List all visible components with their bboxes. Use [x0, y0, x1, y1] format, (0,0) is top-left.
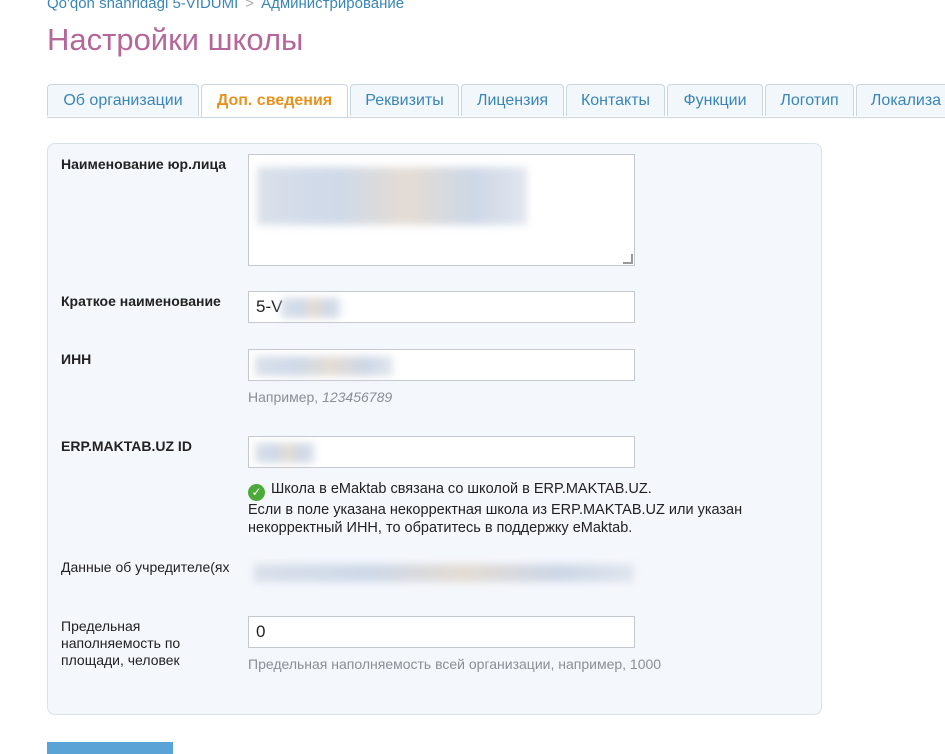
check-circle-icon: ✓ [248, 484, 265, 501]
erp-id-label: ERP.MAKTAB.UZ ID [61, 438, 192, 454]
redacted-legal-name [257, 167, 527, 225]
erp-status-text: Школа в eMaktab связана со школой в ERP.… [271, 481, 652, 497]
settings-form-panel: Наименование юр.лица Краткое наименовани… [47, 143, 822, 715]
tab-requisites[interactable]: Реквизиты [350, 84, 459, 116]
inn-input[interactable] [248, 349, 635, 381]
erp-note-line-1: Если в поле указана некорректная школа и… [248, 502, 743, 518]
legal-name-label: Наименование юр.лица [61, 156, 227, 172]
breadcrumb: Qo'qon shahridagi 5-VIDUMI > Администриров… [47, 0, 404, 12]
redacted-inn [255, 356, 393, 376]
short-name-label: Краткое наименование [61, 293, 221, 309]
erp-id-input[interactable] [248, 436, 635, 468]
tab-about-organization[interactable]: Об организации [47, 84, 199, 116]
tab-bar: Об организации Доп. сведения Реквизиты Л… [47, 84, 945, 118]
erp-note-line-2: некорректный ИНН, то обратитесь в поддер… [248, 520, 633, 536]
redacted-erp-id [255, 443, 315, 463]
breadcrumb-admin-link[interactable]: Администрирование [261, 0, 404, 12]
founder-field[interactable] [248, 556, 635, 588]
founder-label: Данные об учредителе(ях [61, 559, 230, 575]
inn-hint: Например, 123456789 [248, 389, 393, 405]
capacity-input[interactable]: 0 [248, 616, 635, 648]
textarea-resize-handle[interactable] [623, 254, 633, 264]
breadcrumb-school-link[interactable]: Qo'qon shahridagi 5-VIDUMI [47, 0, 238, 12]
capacity-label: Предельная наполняемость по площади, чел… [61, 618, 181, 668]
page-title: Настройки школы [47, 22, 304, 57]
save-button[interactable] [47, 742, 173, 754]
tab-logo[interactable]: Логотип [765, 84, 854, 116]
inn-label: ИНН [61, 351, 92, 367]
tab-functions[interactable]: Функции [667, 84, 763, 116]
tab-license[interactable]: Лицензия [461, 84, 564, 116]
tab-localization[interactable]: Локализа [856, 84, 945, 116]
redacted-short-name [281, 298, 341, 318]
tab-additional-info[interactable]: Доп. сведения [201, 84, 348, 117]
tab-contacts[interactable]: Контакты [566, 84, 665, 116]
legal-name-textarea[interactable] [248, 154, 635, 266]
erp-link-status: ✓ Школа в eMaktab связана со школой в ERP… [248, 480, 742, 537]
short-name-input[interactable]: 5-V [248, 291, 635, 323]
capacity-hint: Предельная наполняемость всей организаци… [248, 656, 662, 672]
breadcrumb-separator: > [245, 0, 255, 12]
redacted-founder [254, 564, 634, 582]
short-name-value: 5-V [256, 297, 283, 316]
